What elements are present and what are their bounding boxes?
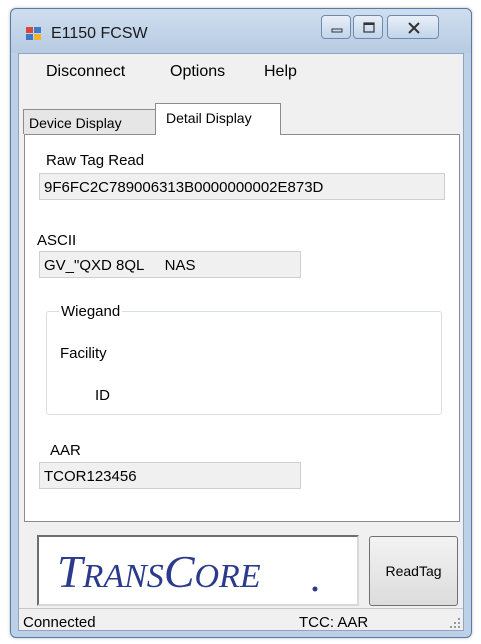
facility-label: Facility: [60, 345, 107, 362]
status-bar: Connected TCC: AAR: [19, 608, 463, 631]
tab-device-display[interactable]: Device Display: [23, 109, 156, 134]
transcore-logo-icon: TRANSCORE: [57, 546, 318, 597]
menu-bar: Disconnect Options Help: [19, 54, 463, 88]
raw-tag-read-label: Raw Tag Read: [46, 152, 145, 169]
read-tag-button[interactable]: ReadTag: [369, 536, 458, 606]
transcore-logo-text: TRANSCORE: [57, 546, 261, 597]
transcore-logo: TRANSCORE: [37, 535, 359, 606]
close-button[interactable]: [387, 15, 439, 39]
ascii-label: ASCII: [37, 232, 77, 249]
minimize-button[interactable]: [321, 15, 351, 39]
maximize-icon: [363, 22, 375, 33]
title-bar[interactable]: E1150 FCSW: [11, 9, 471, 53]
app-icon: [26, 27, 41, 40]
menu-disconnect[interactable]: Disconnect: [46, 63, 125, 81]
tab-detail-display[interactable]: Detail Display: [155, 103, 281, 135]
resize-grip-icon[interactable]: [449, 617, 461, 629]
close-icon: [408, 22, 420, 34]
app-window: E1150 FCSW Disconnect Options Help Devic…: [10, 8, 472, 638]
ascii-field[interactable]: GV_"QXD 8QL NAS: [39, 251, 301, 278]
window-title: E1150 FCSW: [51, 25, 148, 42]
maximize-button[interactable]: [353, 15, 383, 39]
detail-display-panel: Raw Tag Read 9F6FC2C789006313B0000000002…: [24, 134, 460, 522]
aar-field[interactable]: TCOR123456: [39, 462, 301, 489]
aar-label: AAR: [50, 442, 81, 459]
raw-tag-read-field[interactable]: 9F6FC2C789006313B0000000002E873D: [39, 173, 445, 200]
ascii-value: GV_"QXD 8QL NAS: [44, 257, 196, 274]
minimize-icon: [331, 28, 343, 33]
menu-options[interactable]: Options: [170, 63, 225, 81]
id-label: ID: [95, 387, 110, 404]
connection-status: Connected: [23, 614, 96, 631]
menu-help[interactable]: Help: [264, 63, 297, 81]
client-area: Disconnect Options Help Device Display D…: [18, 53, 464, 631]
wiegand-title: Wiegand: [59, 303, 123, 320]
tcc-status: TCC: AAR: [299, 614, 369, 631]
